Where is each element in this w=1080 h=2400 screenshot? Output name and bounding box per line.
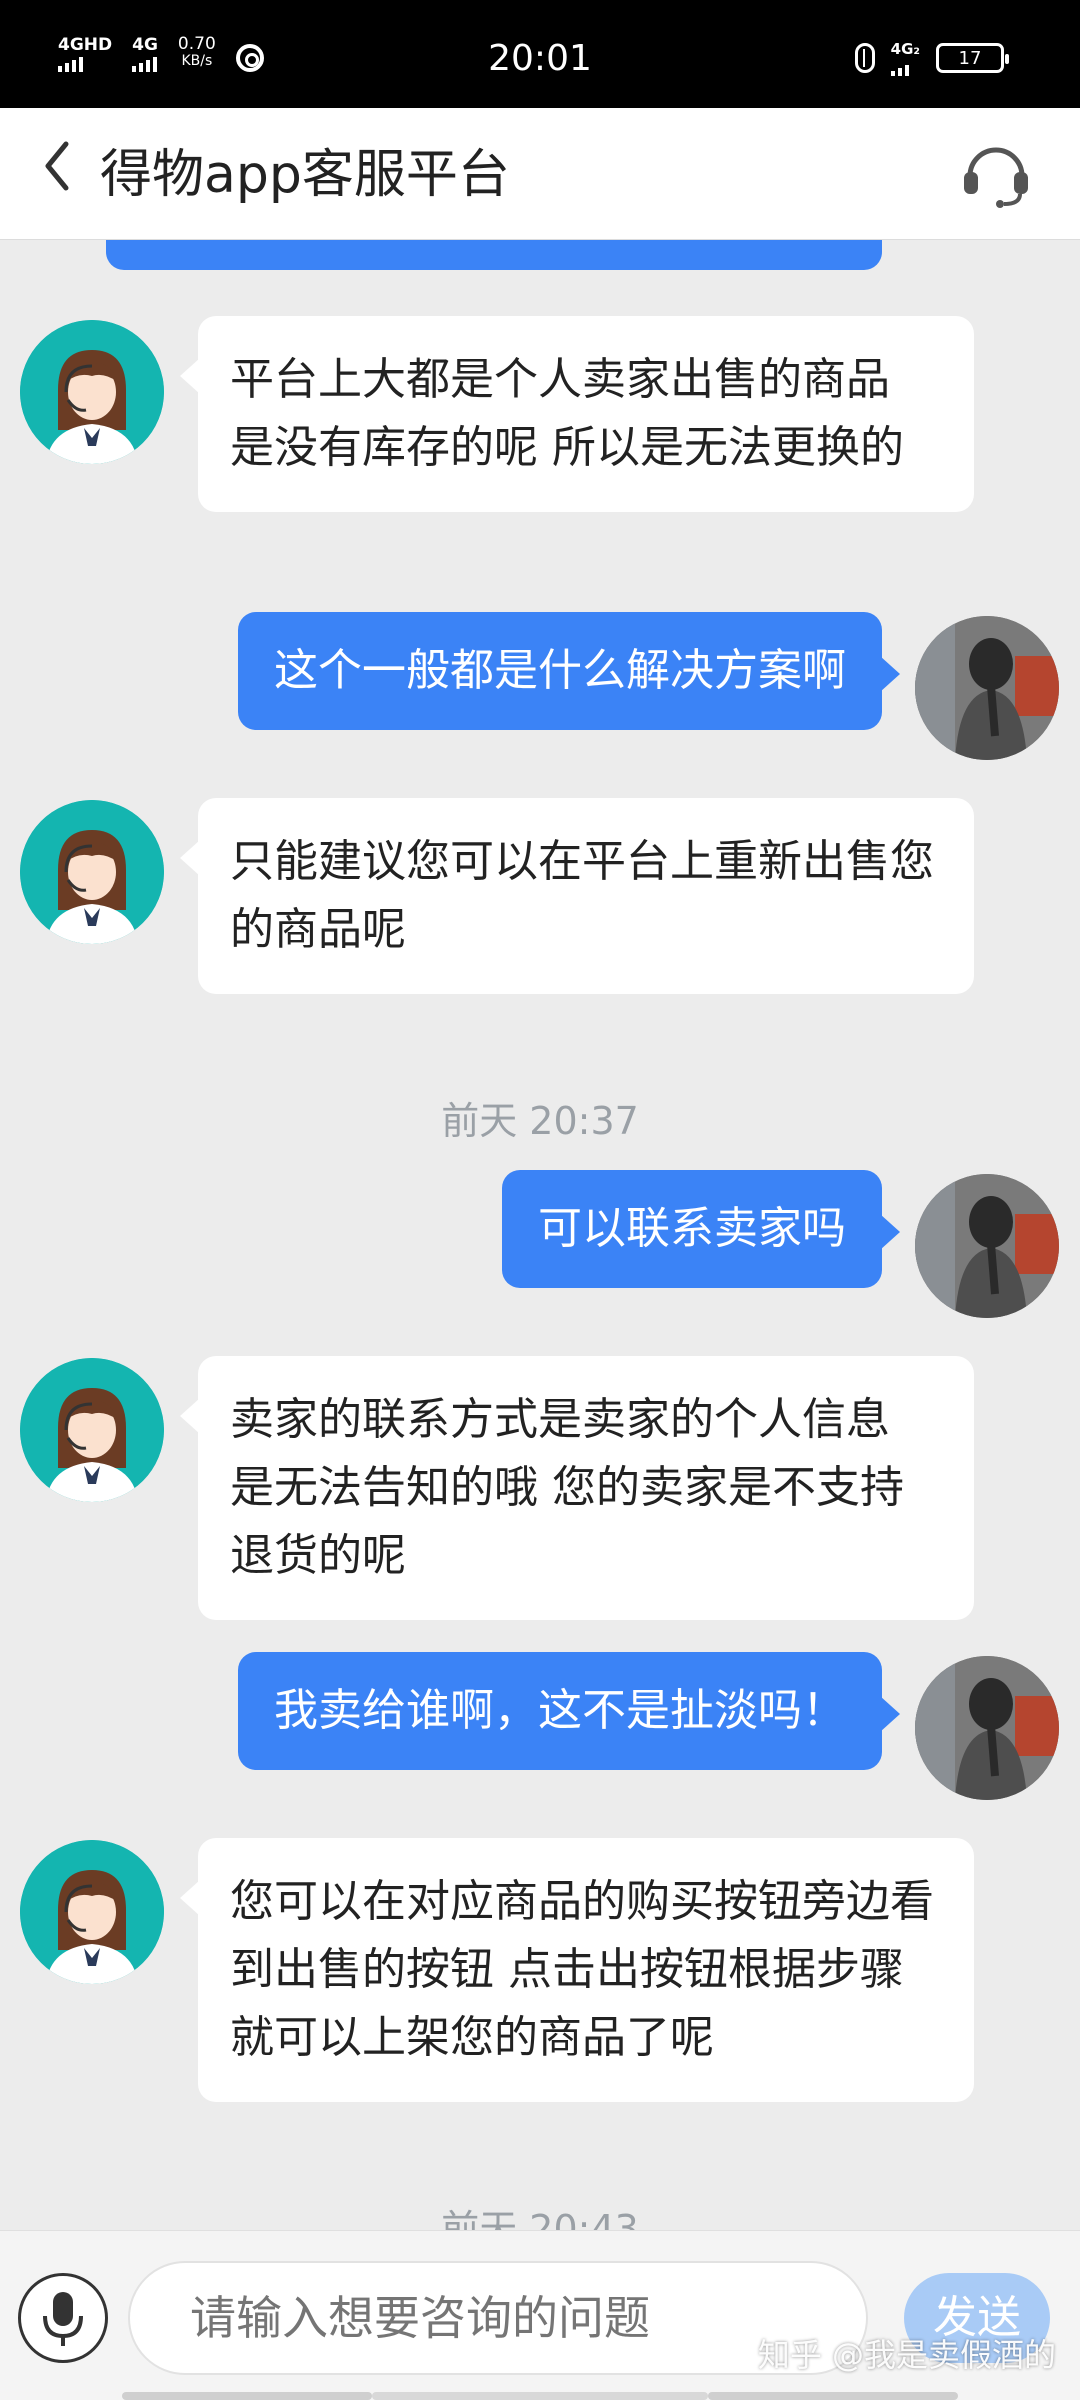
agent-avatar-icon: [20, 1358, 164, 1502]
agent-message-bubble[interactable]: 只能建议您可以在平台上重新出售您的商品呢: [180, 798, 974, 994]
user-avatar-icon: [915, 1174, 1059, 1318]
voice-input-button[interactable]: [18, 2273, 108, 2363]
message-bubble-partial: [106, 240, 882, 270]
user-avatar[interactable]: [915, 1656, 1059, 1800]
user-avatar-icon: [915, 1656, 1059, 1800]
agent-avatar-icon: [20, 800, 164, 944]
user-message-text: 可以联系卖家吗: [538, 1203, 846, 1254]
agent-avatar[interactable]: [20, 1840, 164, 1984]
agent-avatar-icon: [20, 1840, 164, 1984]
message-timestamp: 前天 20:37: [441, 1099, 639, 1143]
user-avatar-icon: [915, 616, 1059, 760]
battery-icon: 17: [936, 43, 1009, 73]
agent-avatar[interactable]: [20, 320, 164, 464]
battery-level: 17: [958, 47, 982, 69]
signal-bars-icon: [890, 60, 909, 76]
chevron-left-icon: [45, 141, 69, 191]
user-message-text: 这个一般都是什么解决方案啊: [274, 645, 846, 696]
chat-area[interactable]: 平台上大都是个人卖家出售的商品 是没有库存的呢 所以是无法更换的 这个一般都是什…: [0, 240, 1080, 2230]
signal-strength-3: 4G₂: [890, 40, 920, 76]
message-timestamp: 前天 20:43: [441, 2207, 639, 2230]
agent-message-text: 平台上大都是个人卖家出售的商品 是没有库存的呢 所以是无法更换的: [230, 354, 904, 473]
gesture-bar: [0, 2392, 1080, 2400]
user-avatar[interactable]: [915, 616, 1059, 760]
agent-avatar[interactable]: [20, 800, 164, 944]
agent-message-bubble[interactable]: 您可以在对应商品的购买按钮旁边看到出售的按钮 点击出按钮根据步骤就可以上架您的商…: [180, 1838, 974, 2102]
agent-message-bubble[interactable]: 平台上大都是个人卖家出售的商品 是没有库存的呢 所以是无法更换的: [180, 316, 974, 512]
vibrate-icon: [854, 43, 875, 73]
user-message-text: 我卖给谁啊，这不是扯淡吗！: [274, 1685, 846, 1736]
user-message-bubble[interactable]: 可以联系卖家吗: [502, 1170, 900, 1288]
user-avatar[interactable]: [915, 1174, 1059, 1318]
agent-avatar-icon: [20, 320, 164, 464]
watermark: 知乎 @我是卖假酒的: [757, 2336, 1056, 2374]
agent-avatar[interactable]: [20, 1358, 164, 1502]
user-message-bubble[interactable]: 我卖给谁啊，这不是扯淡吗！: [238, 1652, 900, 1770]
status-right: 4G₂ 17: [854, 40, 1009, 76]
headset-icon[interactable]: [962, 138, 1030, 208]
back-button[interactable]: [42, 138, 72, 206]
agent-message-text: 卖家的联系方式是卖家的个人信息 是无法告知的哦 您的卖家是不支持退货的呢: [230, 1394, 904, 1581]
microphone-icon: [43, 2292, 83, 2346]
agent-message-text: 您可以在对应商品的购买按钮旁边看到出售的按钮 点击出按钮根据步骤就可以上架您的商…: [230, 1876, 934, 2063]
signal-3-label: 4G₂: [890, 40, 920, 58]
user-message-bubble[interactable]: 这个一般都是什么解决方案啊: [238, 612, 900, 730]
page-title: 得物app客服平台: [100, 145, 510, 205]
status-bar: 4GHD 4G 0.70 KB/s 20:01 4G₂ 17: [0, 0, 1080, 108]
agent-message-bubble[interactable]: 卖家的联系方式是卖家的个人信息 是无法告知的哦 您的卖家是不支持退货的呢: [180, 1356, 974, 1620]
chat-header: 得物app客服平台: [0, 108, 1080, 240]
agent-message-text: 只能建议您可以在平台上重新出售您的商品呢: [230, 836, 934, 955]
